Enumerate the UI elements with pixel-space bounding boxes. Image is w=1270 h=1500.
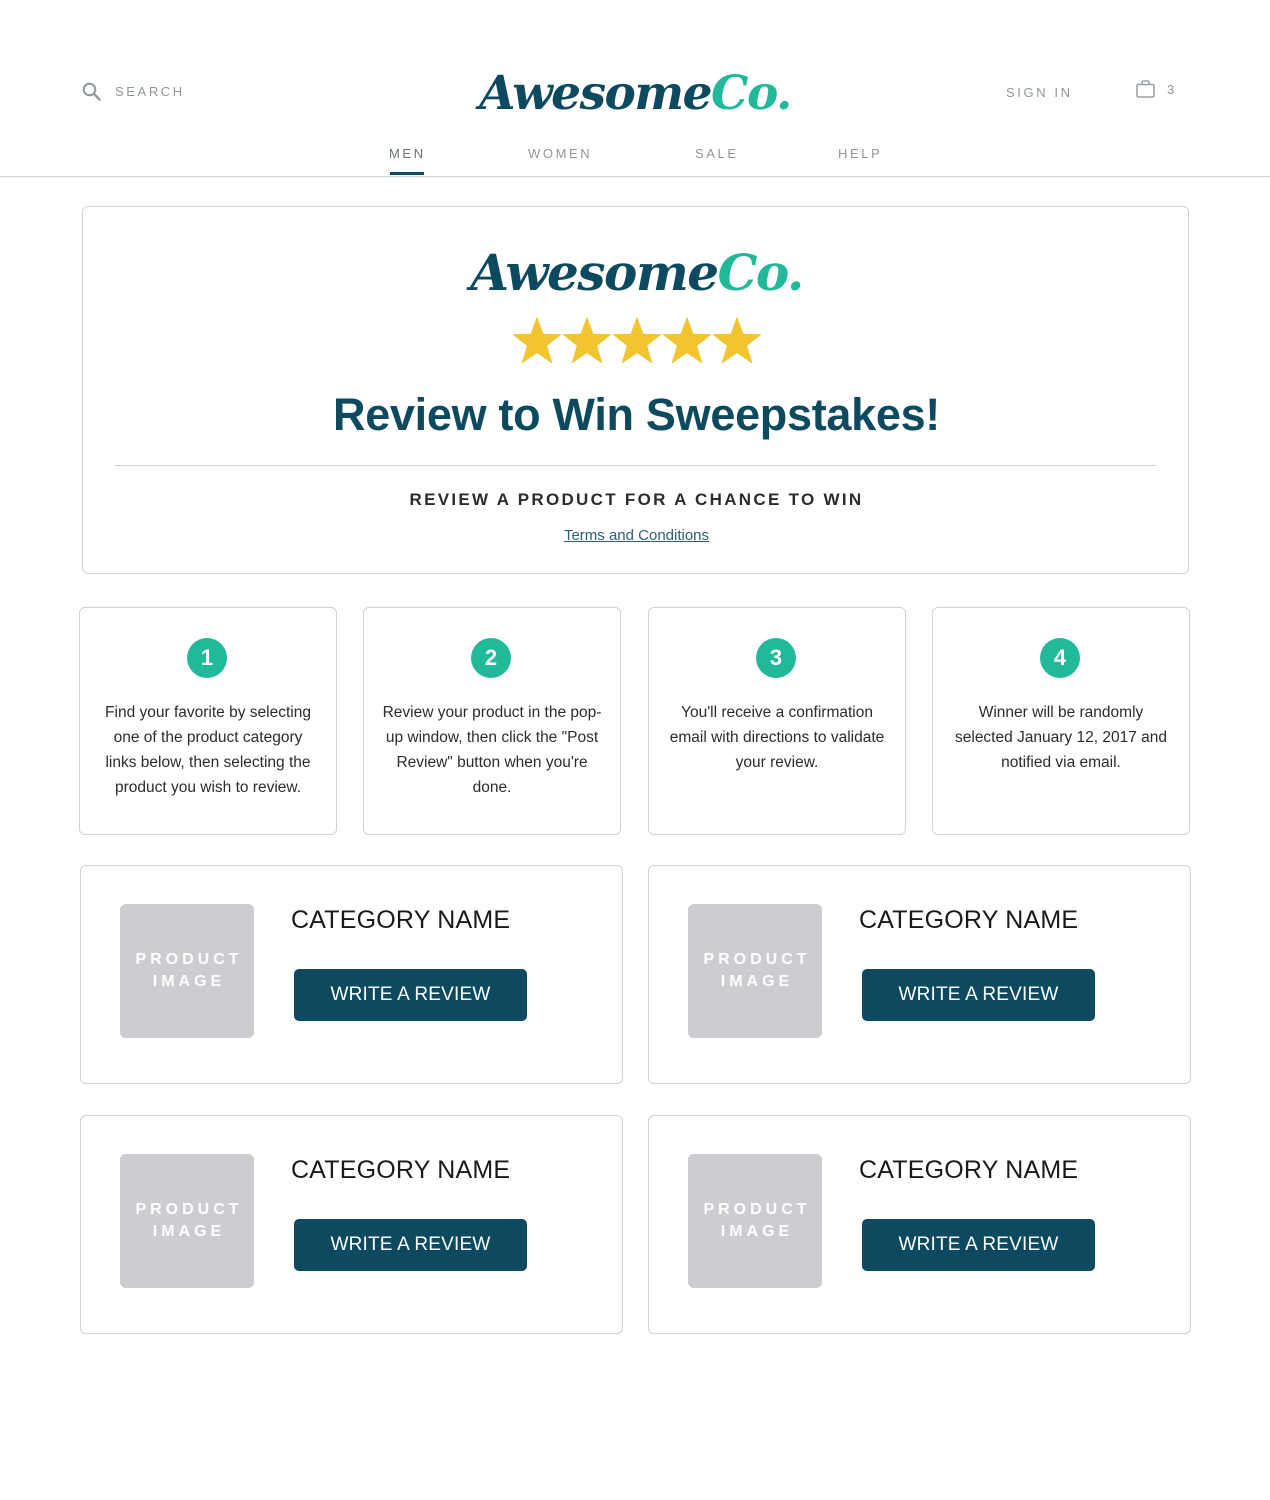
step-description: Winner will be randomly selected January… xyxy=(955,704,1167,771)
star-icon xyxy=(711,316,762,364)
sweepstakes-banner: AwesomeCo. Review to Win Sweepstakes! RE… xyxy=(82,206,1189,574)
step-number-badge: 4 xyxy=(1040,638,1080,678)
write-review-button[interactable]: WRITE A REVIEW xyxy=(862,1219,1095,1271)
step-description: You'll receive a confirmation email with… xyxy=(669,704,885,771)
nav-active-indicator xyxy=(390,172,424,175)
product-image-placeholder: PRODUCT IMAGE xyxy=(688,904,822,1038)
write-review-button[interactable]: WRITE A REVIEW xyxy=(862,969,1095,1021)
star-icon xyxy=(661,316,712,364)
main-nav: MEN WOMEN SALE HELP xyxy=(0,146,1270,176)
write-review-button[interactable]: WRITE A REVIEW xyxy=(294,1219,527,1271)
category-card-4: PRODUCT IMAGE CATEGORY NAME WRITE A REVIE… xyxy=(648,1115,1191,1334)
category-name: CATEGORY NAME xyxy=(291,1156,511,1184)
banner-subtitle: REVIEW A PRODUCT FOR A CHANCE TO WIN xyxy=(409,490,864,509)
image-label-line1: PRODUCT xyxy=(135,1201,243,1218)
write-review-button[interactable]: WRITE A REVIEW xyxy=(294,969,527,1021)
cart-button[interactable]: 3 xyxy=(1136,80,1175,98)
star-icon xyxy=(561,316,612,364)
step-description: Find your favorite by selecting one of t… xyxy=(105,704,311,796)
site-header: SEARCH AwesomeCo. SIGN IN 3 MEN WOMEN SA… xyxy=(0,0,1270,177)
nav-item-help[interactable]: HELP xyxy=(838,146,882,161)
star-icon xyxy=(511,316,562,364)
category-name: CATEGORY NAME xyxy=(859,1156,1079,1184)
page-title: Review to Win Sweepstakes! xyxy=(333,389,940,440)
category-name: CATEGORY NAME xyxy=(291,906,511,934)
banner-logo-text-accent: Co. xyxy=(717,243,805,302)
image-label-line2: IMAGE xyxy=(720,1223,794,1240)
step-card-4: 4 Winner will be randomly selected Janua… xyxy=(932,607,1190,835)
step-card-3: 3 You'll receive a confirmation email wi… xyxy=(648,607,906,835)
step-card-1: 1 Find your favorite by selecting one of… xyxy=(79,607,337,835)
image-label-line1: PRODUCT xyxy=(703,951,811,968)
star-rating xyxy=(83,315,1190,372)
product-image-placeholder: PRODUCT IMAGE xyxy=(688,1154,822,1288)
image-label-line2: IMAGE xyxy=(720,973,794,990)
nav-item-women[interactable]: WOMEN xyxy=(528,146,592,161)
product-image-placeholder: PRODUCT IMAGE xyxy=(120,904,254,1038)
image-label-line1: PRODUCT xyxy=(703,1201,811,1218)
banner-logo: AwesomeCo. xyxy=(83,243,1190,302)
step-card-2: 2 Review your product in the pop-up wind… xyxy=(363,607,621,835)
banner-divider xyxy=(115,465,1156,466)
nav-item-men[interactable]: MEN xyxy=(389,146,426,161)
logo-text-accent: Co. xyxy=(711,66,792,121)
product-image-placeholder: PRODUCT IMAGE xyxy=(120,1154,254,1288)
terms-link[interactable]: Terms and Conditions xyxy=(564,527,709,544)
step-description: Review your product in the pop-up window… xyxy=(382,704,602,796)
step-number-badge: 2 xyxy=(471,638,511,678)
category-card-1: PRODUCT IMAGE CATEGORY NAME WRITE A REVIE… xyxy=(80,865,623,1084)
image-label-line2: IMAGE xyxy=(152,1223,226,1240)
star-icon xyxy=(611,316,662,364)
banner-logo-text-primary: Awesome xyxy=(470,243,719,302)
logo-text-primary: Awesome xyxy=(479,66,712,121)
image-label-line2: IMAGE xyxy=(152,973,226,990)
step-number-badge: 3 xyxy=(756,638,796,678)
image-label-line1: PRODUCT xyxy=(135,951,243,968)
sign-in-link[interactable]: SIGN IN xyxy=(1006,85,1073,100)
category-name: CATEGORY NAME xyxy=(859,906,1079,934)
nav-item-sale[interactable]: SALE xyxy=(695,146,739,161)
bag-icon xyxy=(1136,80,1155,98)
category-card-2: PRODUCT IMAGE CATEGORY NAME WRITE A REVIE… xyxy=(648,865,1191,1084)
category-card-3: PRODUCT IMAGE CATEGORY NAME WRITE A REVIE… xyxy=(80,1115,623,1334)
step-number-badge: 1 xyxy=(187,638,227,678)
cart-count: 3 xyxy=(1167,81,1176,97)
brand-logo[interactable]: AwesomeCo. xyxy=(0,66,1270,121)
